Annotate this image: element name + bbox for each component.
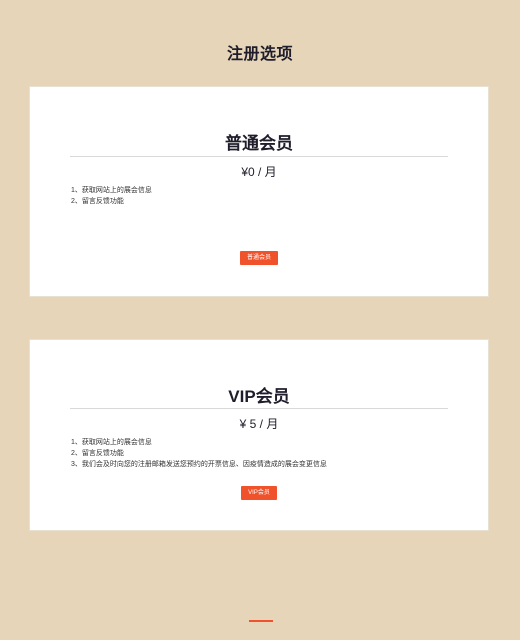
plan-title: VIP会员 [228, 387, 290, 406]
feature-item: 1、获取网站上的展会信息 [71, 187, 152, 194]
feature-list: 1、获取网站上的展会信息 2、留言反馈功能 [71, 185, 152, 207]
divider [70, 408, 448, 409]
page-title: 注册选项 [226, 46, 293, 63]
divider [70, 156, 448, 157]
vip-plan-button[interactable]: VIP会员 [241, 486, 277, 500]
plan-title: 普通会员 [225, 134, 293, 153]
basic-plan-button[interactable]: 普通会员 [240, 251, 278, 265]
feature-item: 2、留言反馈功能 [71, 450, 124, 457]
plan-price: ¥ 5 / 月 [239, 417, 279, 431]
feature-list: 1、获取网站上的展会信息 2、留言反馈功能 3、我们会及时向您的注册邮箱发送您预… [71, 437, 327, 470]
feature-item: 1、获取网站上的展会信息 [71, 439, 152, 446]
plan-card-basic: 普通会员 ¥0 / 月 1、获取网站上的展会信息 2、留言反馈功能 普通会员 [29, 86, 489, 297]
feature-item: 2、留言反馈功能 [71, 198, 124, 205]
footer-accent-line [249, 620, 273, 622]
feature-item: 3、我们会及时向您的注册邮箱发送您预约的开票信息、因疫情造成的展会变更信息 [71, 461, 327, 468]
plan-card-vip: VIP会员 ¥ 5 / 月 1、获取网站上的展会信息 2、留言反馈功能 3、我们… [29, 339, 489, 531]
plan-price: ¥0 / 月 [241, 165, 277, 179]
